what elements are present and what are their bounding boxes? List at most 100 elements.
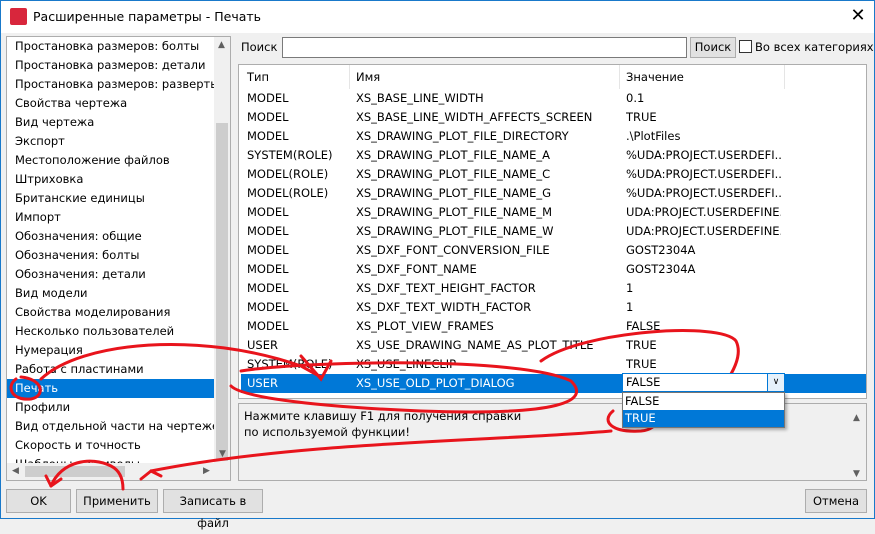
cell-type: MODEL xyxy=(247,319,289,333)
table-row[interactable]: MODEL XS_DXF_TEXT_HEIGHT_FACTOR 1 xyxy=(241,279,866,298)
category-item[interactable]: Простановка размеров: болты xyxy=(7,37,214,56)
cell-value: GOST2304A xyxy=(626,243,696,257)
ok-button[interactable]: OK xyxy=(6,489,71,513)
search-button[interactable]: Поиск xyxy=(690,37,736,58)
cell-type: SYSTEM(ROLE) xyxy=(247,357,333,371)
table-row[interactable]: MODEL XS_DXF_FONT_CONVERSION_FILE GOST2304… xyxy=(241,241,866,260)
cell-type: MODEL xyxy=(247,110,289,124)
cell-type: MODEL xyxy=(247,224,289,238)
cell-type: MODEL xyxy=(247,281,289,295)
header-type[interactable]: Тип xyxy=(247,70,269,84)
category-item[interactable]: Нумерация xyxy=(7,341,214,360)
scroll-left-icon[interactable]: ◀ xyxy=(12,466,19,476)
cell-type: SYSTEM(ROLE) xyxy=(247,148,333,162)
table-row[interactable]: MODEL(ROLE) XS_DRAWING_PLOT_FILE_NAME_G %U… xyxy=(241,184,866,203)
cell-value: .\PlotFiles xyxy=(626,129,681,143)
cell-value: GOST2304A xyxy=(626,262,696,276)
cell-name: XS_DXF_FONT_NAME xyxy=(356,262,477,276)
scroll-down-icon[interactable]: ▼ xyxy=(219,449,226,459)
table-row[interactable]: MODEL XS_BASE_LINE_WIDTH 0.1 xyxy=(241,89,866,108)
option-true[interactable]: TRUE xyxy=(623,410,784,427)
category-item[interactable]: Профили xyxy=(7,398,214,417)
all-categories-checkbox[interactable] xyxy=(739,40,752,53)
category-item[interactable]: Обозначения: детали xyxy=(7,265,214,284)
chevron-down-icon[interactable]: ∨ xyxy=(767,374,784,391)
category-item[interactable]: Печать xyxy=(7,379,214,398)
category-item[interactable]: Обозначения: общие xyxy=(7,227,214,246)
category-item[interactable]: Экспорт xyxy=(7,132,214,151)
cell-name: XS_DRAWING_PLOT_FILE_NAME_A xyxy=(356,148,551,162)
search-input[interactable] xyxy=(282,37,687,58)
cell-type: MODEL xyxy=(247,91,289,105)
apply-button[interactable]: Применить xyxy=(76,489,158,513)
table-row[interactable]: MODEL(ROLE) XS_DRAWING_PLOT_FILE_NAME_C %U… xyxy=(241,165,866,184)
category-item[interactable]: Свойства моделирования xyxy=(7,303,214,322)
table-row[interactable]: MODEL XS_DRAWING_PLOT_FILE_DIRECTORY .\Plo… xyxy=(241,127,866,146)
cell-name: XS_DRAWING_PLOT_FILE_NAME_M xyxy=(356,205,553,219)
cell-value: %UDA:PROJECT.USERDEFI... xyxy=(626,186,781,200)
cell-type: MODEL xyxy=(247,262,289,276)
settings-table: Тип Имя Значение MODEL XS_BASE_LINE_WIDTH… xyxy=(238,64,867,399)
close-icon[interactable]: ✕ xyxy=(846,5,870,27)
scroll-down-icon[interactable]: ▼ xyxy=(853,466,860,482)
cell-name: XS_DXF_FONT_CONVERSION_FILE xyxy=(356,243,550,257)
table-row[interactable]: MODEL XS_DRAWING_PLOT_FILE_NAME_M UDA:PROJ… xyxy=(241,203,866,222)
scroll-up-icon[interactable]: ▲ xyxy=(218,40,225,50)
category-item[interactable]: Местоположение файлов xyxy=(7,151,214,170)
search-label: Поиск xyxy=(241,40,278,54)
cell-name: XS_BASE_LINE_WIDTH_AFFECTS_SCREEN xyxy=(356,110,593,124)
value-dropdown[interactable]: FALSE xyxy=(622,373,785,392)
hscroll-thumb[interactable] xyxy=(25,466,125,477)
app-icon xyxy=(10,8,27,25)
category-item[interactable]: Вид отдельной части на чертеже сбо xyxy=(7,417,214,436)
cell-value: %UDA:PROJECT.USERDEFI... xyxy=(626,148,781,162)
table-row[interactable]: SYSTEM(ROLE) XS_DRAWING_PLOT_FILE_NAME_A%… xyxy=(241,146,866,165)
category-item[interactable]: Британские единицы xyxy=(7,189,214,208)
cell-value: TRUE xyxy=(626,338,657,352)
category-item[interactable]: Обозначения: болты xyxy=(7,246,214,265)
category-item[interactable]: Свойства чертежа xyxy=(7,94,214,113)
cell-type: USER xyxy=(247,338,278,352)
cell-type: MODEL(ROLE) xyxy=(247,186,329,200)
category-item[interactable]: Скорость и точность xyxy=(7,436,214,455)
cell-name: XS_DXF_TEXT_HEIGHT_FACTOR xyxy=(356,281,536,295)
cell-name: XS_BASE_LINE_WIDTH xyxy=(356,91,484,105)
category-item[interactable]: Вид модели xyxy=(7,284,214,303)
table-row[interactable]: MODEL XS_DXF_TEXT_WIDTH_FACTOR 1 xyxy=(241,298,866,317)
table-row[interactable]: MODEL XS_PLOT_VIEW_FRAMES FALSE xyxy=(241,317,866,336)
cell-type: MODEL xyxy=(247,300,289,314)
category-item[interactable]: Работа с пластинами xyxy=(7,360,214,379)
cell-type: MODEL xyxy=(247,205,289,219)
header-name[interactable]: Имя xyxy=(356,70,380,84)
table-row[interactable]: USER XS_USE_DRAWING_NAME_AS_PLOT_TITLE TRU… xyxy=(241,336,866,355)
cell-name: XS_DRAWING_PLOT_FILE_NAME_C xyxy=(356,167,551,181)
category-item[interactable]: Простановка размеров: детали xyxy=(7,56,214,75)
cell-type: MODEL xyxy=(247,243,289,257)
category-item[interactable]: Штриховка xyxy=(7,170,214,189)
cell-name: XS_DXF_TEXT_WIDTH_FACTOR xyxy=(356,300,532,314)
cell-type: MODEL xyxy=(247,129,289,143)
table-row[interactable]: MODEL XS_DXF_FONT_NAME GOST2304A xyxy=(241,260,866,279)
cancel-button[interactable]: Отмена xyxy=(805,489,867,513)
table-row[interactable]: SYSTEM(ROLE) XS_USE_LINECLIP TRUE xyxy=(241,355,866,374)
category-item[interactable]: Несколько пользователей xyxy=(7,322,214,341)
header-value[interactable]: Значение xyxy=(626,70,684,84)
save-to-file-button[interactable]: Записать в файл xyxy=(163,489,263,530)
scroll-right-icon[interactable]: ▶ xyxy=(203,466,210,476)
category-item[interactable]: Импорт xyxy=(7,208,214,227)
table-row[interactable]: MODEL XS_DRAWING_PLOT_FILE_NAME_W UDA:PROJ… xyxy=(241,222,866,241)
window-title: Расширенные параметры - Печать xyxy=(33,9,262,24)
cell-value: TRUE xyxy=(626,357,657,371)
category-item[interactable]: Простановка размеров: развертыва xyxy=(7,75,214,94)
cell-value: 1 xyxy=(626,300,634,314)
category-list: Простановка размеров: болты Простановка р… xyxy=(6,36,231,481)
cell-value: UDA:PROJECT.USERDEFINE... xyxy=(626,224,781,238)
cell-value: 0.1 xyxy=(626,91,645,105)
scroll-thumb[interactable] xyxy=(216,123,228,461)
scroll-up-icon[interactable]: ▲ xyxy=(853,410,860,426)
cell-name: XS_USE_DRAWING_NAME_AS_PLOT_TITLE xyxy=(356,338,594,352)
category-item[interactable]: Вид чертежа xyxy=(7,113,214,132)
dropdown-list: FALSE TRUE xyxy=(622,392,785,428)
option-false[interactable]: FALSE xyxy=(623,393,784,410)
table-row[interactable]: MODEL XS_BASE_LINE_WIDTH_AFFECTS_SCREEN TR… xyxy=(241,108,866,127)
